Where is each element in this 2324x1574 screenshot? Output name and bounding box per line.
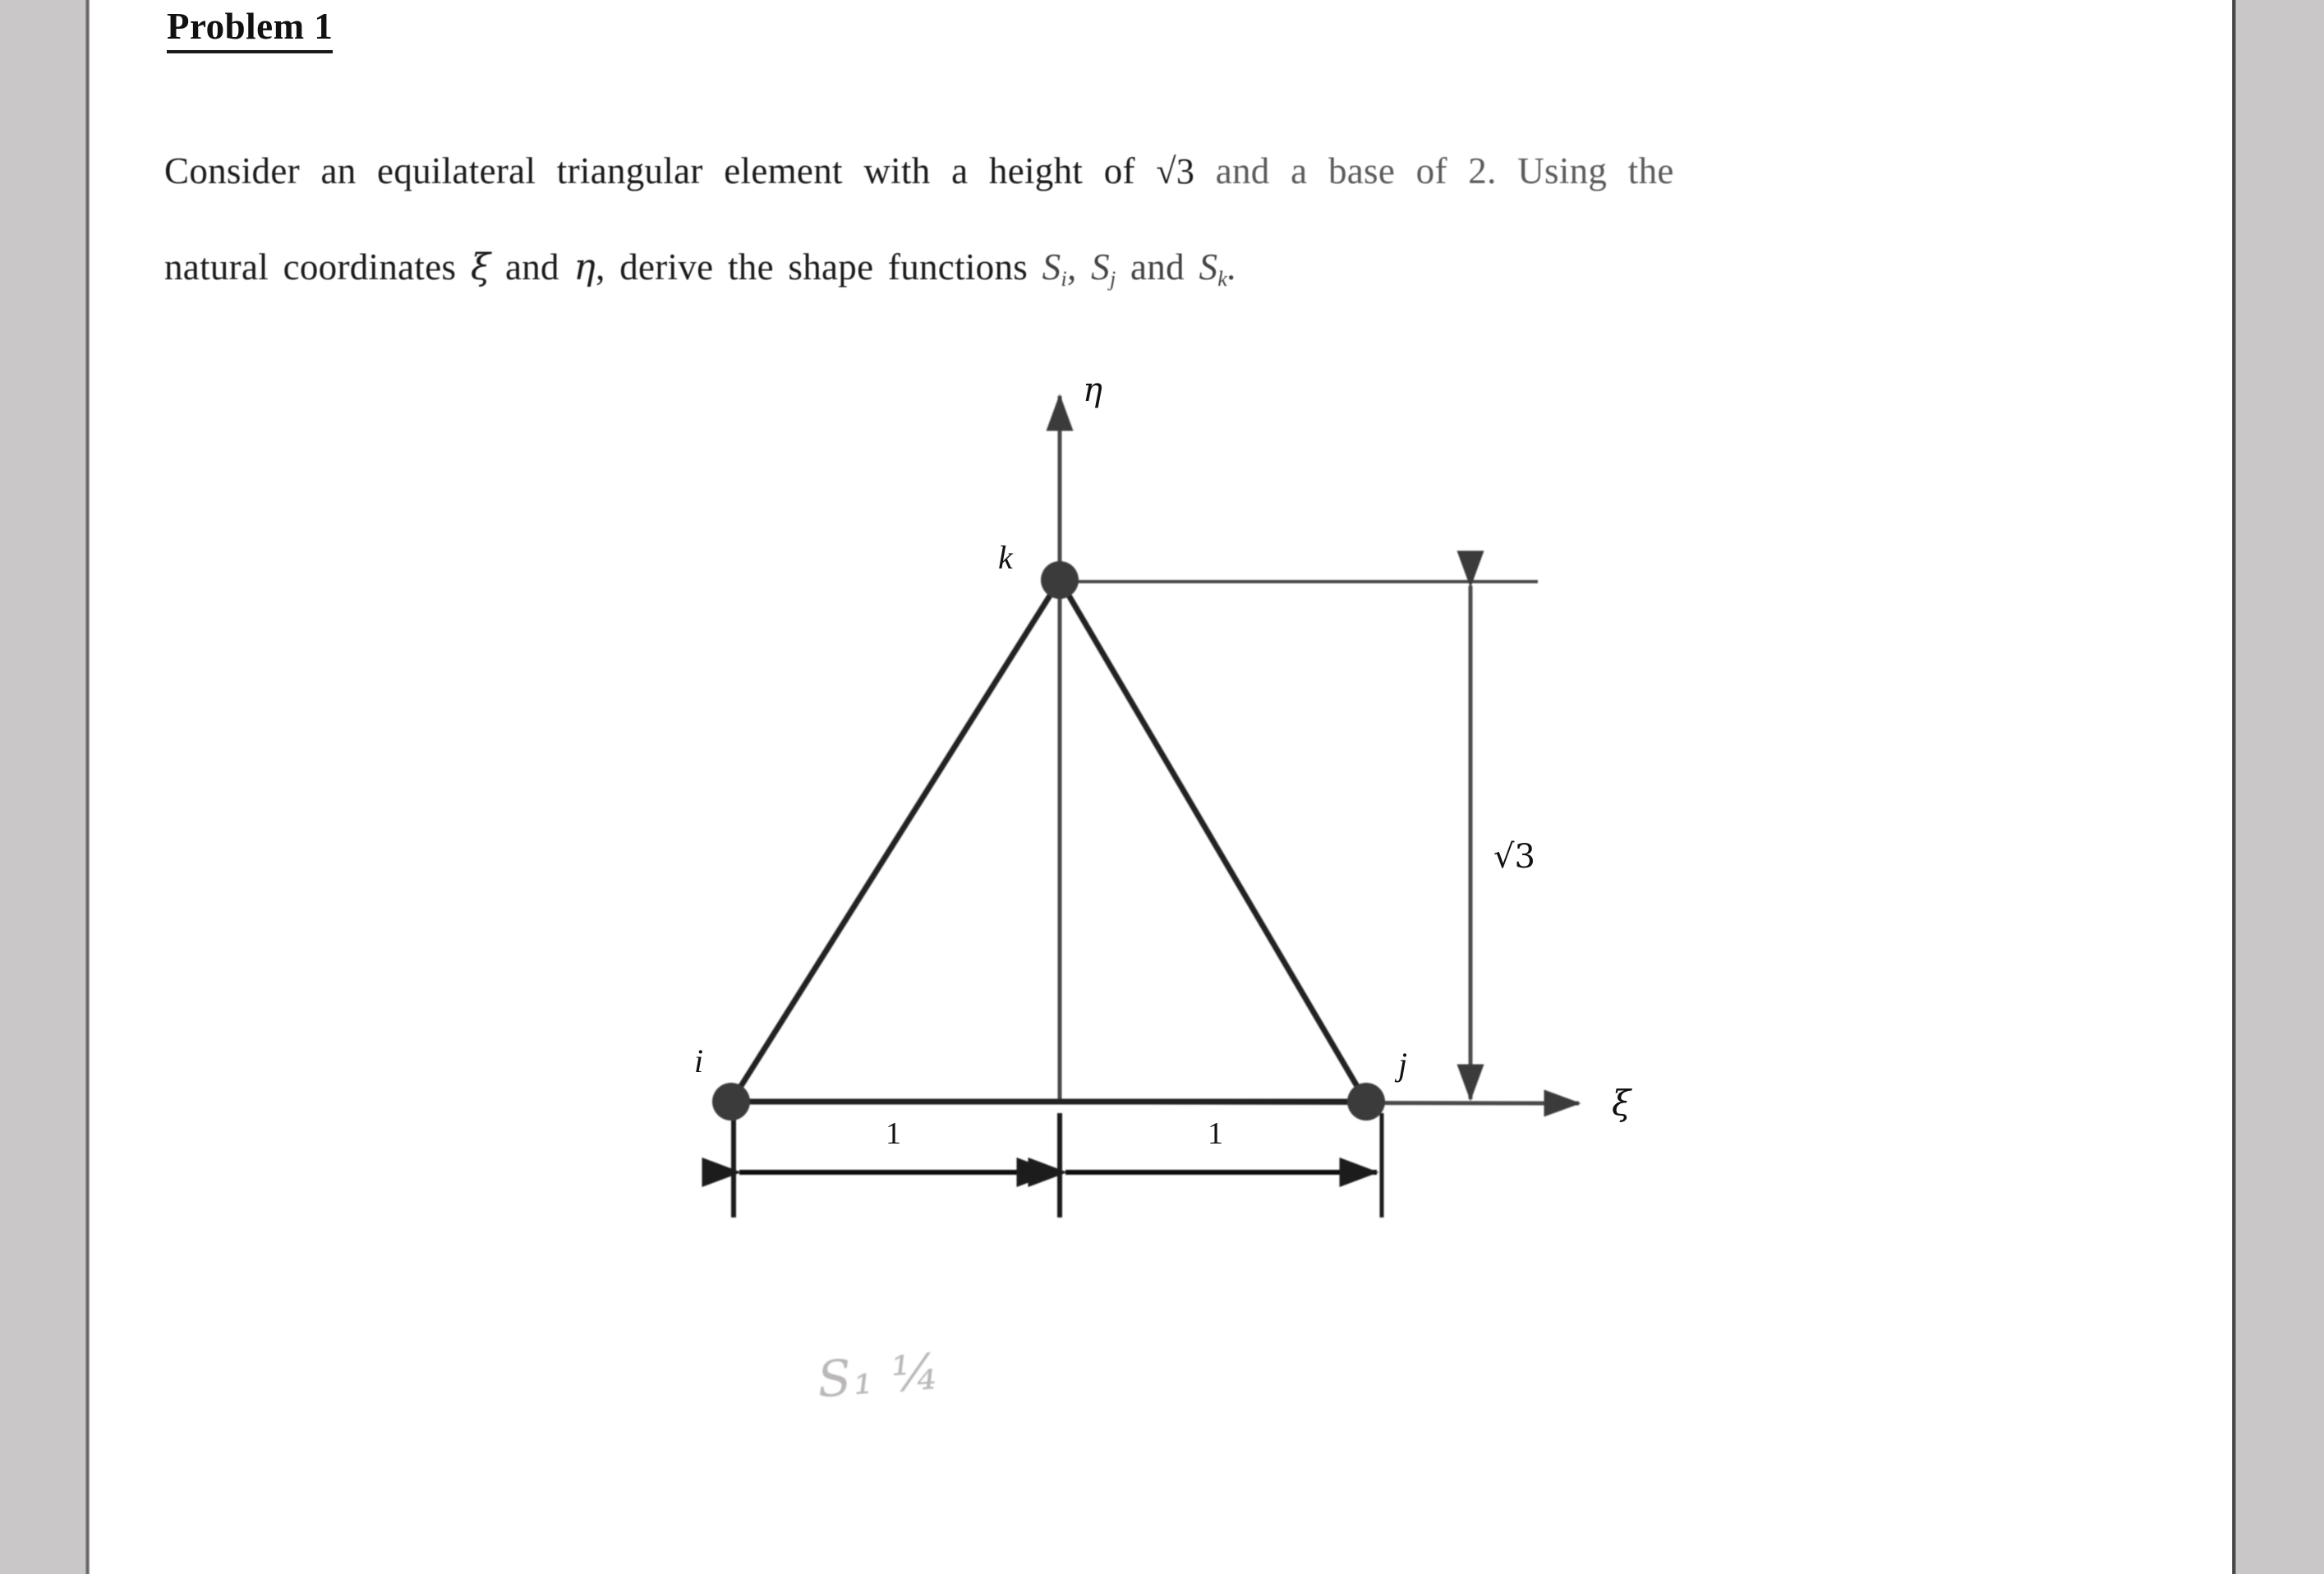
- si-base: S: [1042, 246, 1061, 288]
- dim-left-label: 1: [886, 1116, 901, 1151]
- sk-period: .: [1227, 246, 1237, 288]
- problem-statement: Consider an equilateral triangular eleme…: [164, 123, 2161, 315]
- height-dimension-label: √3: [1493, 838, 1535, 876]
- sk-subscript: k: [1217, 267, 1228, 291]
- handwritten-note: S₁ ¼: [815, 1342, 943, 1410]
- eta-axis-label: η: [1083, 371, 1102, 409]
- statement-line-2-part-c: , derive the shape functions: [596, 246, 1029, 288]
- statement-line-2: natural coordinates ξ and η, derive the …: [164, 219, 2161, 315]
- statement-line-2-part-b: and: [504, 246, 559, 288]
- shape-function-sj: Sj: [1091, 246, 1116, 291]
- xi-axis-label: ξ: [1612, 1083, 1631, 1123]
- sk-base: S: [1199, 246, 1218, 288]
- page-title: Problem 1: [167, 6, 334, 53]
- page-left-edge: [85, 0, 90, 1574]
- statement-line-1: Consider an equilateral triangular eleme…: [164, 123, 2161, 219]
- node-j-label: j: [1398, 1046, 1408, 1083]
- sj-subscript: j: [1109, 267, 1116, 291]
- eta-symbol-inline: η: [573, 246, 596, 288]
- statement-line-1-part-a: Consider an equilateral triangular eleme…: [164, 150, 1135, 191]
- shape-function-si: Si,: [1042, 246, 1077, 291]
- si-subscript: i: [1061, 267, 1067, 291]
- statement-line-1-part-b: and a base of 2. Using the: [1215, 150, 1674, 191]
- sqrt3-inline: √3: [1156, 151, 1195, 191]
- statement-line-2-part-a: natural coordinates: [164, 246, 457, 288]
- dim-right-label: 1: [1208, 1116, 1223, 1151]
- statement-line-2-and: and: [1130, 246, 1185, 288]
- sj-base: S: [1091, 246, 1110, 288]
- xi-symbol-inline: ξ: [470, 246, 491, 288]
- node-i-label: i: [694, 1042, 704, 1079]
- page-right-edge: [2232, 0, 2236, 1574]
- shape-function-sk: Sk.: [1199, 246, 1237, 291]
- node-k-label: k: [998, 539, 1013, 576]
- scanned-page-viewer: Problem 1 Consider an equilateral triang…: [0, 0, 2324, 1574]
